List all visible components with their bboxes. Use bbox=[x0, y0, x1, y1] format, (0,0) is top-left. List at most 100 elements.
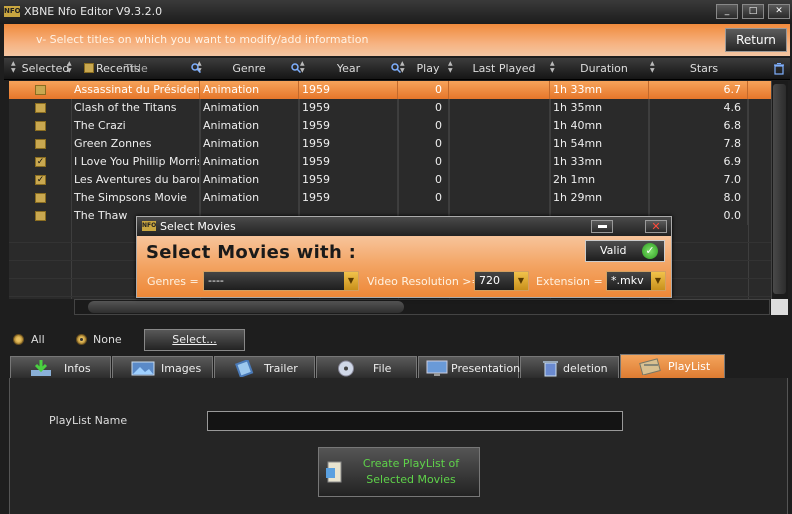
dialog-close-button[interactable]: ✕ bbox=[645, 220, 667, 233]
dialog-body: Select Movies with : Valid ✓ Genres = --… bbox=[137, 236, 671, 297]
cell-play: 0 bbox=[398, 99, 449, 117]
sort-icon[interactable]: ▲▼ bbox=[650, 60, 655, 74]
extension-dropdown[interactable]: *.mkv ▼ bbox=[606, 271, 666, 291]
sort-icon[interactable]: ▲▼ bbox=[448, 60, 453, 74]
filter-search-icon[interactable] bbox=[291, 63, 301, 73]
chevron-down-icon: ▼ bbox=[344, 272, 358, 290]
table-row[interactable]: ✓ Les Aventures du baron de MünchhausenAn… bbox=[9, 171, 771, 189]
window-title: XBNE Nfo Editor V9.3.2.0 bbox=[24, 5, 163, 18]
cell-genre: Animation bbox=[200, 135, 299, 153]
playlist-file-icon bbox=[326, 461, 342, 483]
row-checkbox[interactable] bbox=[35, 103, 46, 113]
dialog-minimize-button[interactable] bbox=[591, 220, 613, 233]
tab-file[interactable]: File bbox=[316, 356, 417, 379]
table-row[interactable]: Assassinat du Président Animation 1959 0 1h … bbox=[9, 81, 771, 99]
cell-stars: 8.0 bbox=[649, 189, 748, 207]
row-checkbox[interactable] bbox=[35, 211, 46, 221]
video-resolution-value: 720 bbox=[479, 274, 500, 287]
delete-column-icon[interactable] bbox=[774, 63, 784, 75]
cell-play: 0 bbox=[398, 117, 449, 135]
dialog-title-bar: NFO Select Movies ✕ bbox=[137, 217, 671, 236]
cell-title: Les Aventures du baron de Münchhausen bbox=[71, 171, 200, 189]
create-playlist-line2: Selected Movies bbox=[366, 473, 456, 486]
tab-presentation[interactable]: Presentation bbox=[418, 356, 520, 379]
row-checkbox[interactable] bbox=[35, 121, 46, 131]
instruction-bar: v- Select titles on which you want to mo… bbox=[4, 24, 790, 56]
video-resolution-label: Video Resolution >= bbox=[367, 275, 481, 288]
genres-dropdown[interactable]: ---- ▼ bbox=[203, 271, 359, 291]
cell-play: 0 bbox=[398, 189, 449, 207]
close-icon: ✕ bbox=[651, 220, 661, 233]
cell-duration: 1h 33mn bbox=[550, 81, 649, 99]
row-checkbox[interactable]: ✓ bbox=[35, 157, 46, 167]
create-playlist-button[interactable]: Create PlayList of Selected Movies bbox=[318, 447, 480, 497]
cell-stars: 6.8 bbox=[649, 117, 748, 135]
table-row[interactable]: Clash of the Titans Animation 1959 0 1h 35mn… bbox=[9, 99, 771, 117]
maximize-button[interactable]: □ bbox=[742, 4, 764, 19]
row-checkbox[interactable] bbox=[35, 193, 46, 203]
return-button[interactable]: Return bbox=[725, 28, 787, 52]
tab-trailer[interactable]: Trailer bbox=[214, 356, 315, 379]
cell-play: 0 bbox=[398, 81, 449, 99]
vertical-scroll-thumb[interactable] bbox=[773, 84, 786, 294]
sort-icon[interactable]: ▲▼ bbox=[550, 60, 555, 74]
close-button[interactable]: ✕ bbox=[768, 4, 790, 19]
video-resolution-dropdown[interactable]: 720 ▼ bbox=[474, 271, 529, 291]
radio-none-label: None bbox=[93, 333, 122, 346]
dialog-heading: Select Movies with : bbox=[146, 242, 357, 263]
cell-duration: 1h 54mn bbox=[550, 135, 649, 153]
genres-label: Genres = bbox=[147, 275, 199, 288]
cell-last-played bbox=[449, 117, 550, 135]
recents-checkbox[interactable] bbox=[84, 63, 94, 73]
cell-year: 1959 bbox=[299, 171, 398, 189]
table-row[interactable]: Green Zonnes Animation 1959 0 1h 54mn 7.8 bbox=[9, 135, 771, 153]
valid-button[interactable]: Valid ✓ bbox=[585, 240, 665, 262]
minimize-button[interactable]: _ bbox=[716, 4, 738, 19]
genres-value: ---- bbox=[208, 274, 224, 287]
column-duration[interactable]: Duration bbox=[569, 58, 639, 80]
column-last-played[interactable]: Last Played bbox=[464, 58, 544, 80]
tab-deletion[interactable]: deletion bbox=[520, 356, 619, 379]
select-button[interactable]: Select... bbox=[144, 329, 245, 351]
column-title[interactable]: Title bbox=[118, 58, 154, 80]
tab-images[interactable]: Images bbox=[112, 356, 213, 379]
tab-playlist[interactable]: PlayList bbox=[620, 354, 725, 379]
tab-label: Images bbox=[161, 362, 202, 375]
cell-stars: 6.7 bbox=[649, 81, 748, 99]
horizontal-scroll-thumb[interactable] bbox=[88, 301, 404, 313]
column-genre[interactable]: Genre bbox=[224, 58, 274, 80]
column-play[interactable]: Play bbox=[408, 58, 448, 80]
table-row[interactable]: ✓ I Love You Phillip Morris Animation 1959 0… bbox=[9, 153, 771, 171]
playlist-name-input[interactable] bbox=[207, 411, 623, 431]
cell-duration: 1h 35mn bbox=[550, 99, 649, 117]
row-checkbox[interactable] bbox=[35, 85, 46, 95]
radio-none[interactable] bbox=[76, 334, 87, 345]
sort-icon[interactable]: ▲▼ bbox=[67, 60, 72, 74]
valid-button-label: Valid bbox=[600, 244, 627, 257]
cell-duration: 1h 40mn bbox=[550, 117, 649, 135]
row-checkbox[interactable] bbox=[35, 139, 46, 149]
table-row[interactable]: The Simpsons Movie Animation 1959 0 1h 29mn 8… bbox=[9, 189, 771, 207]
column-stars[interactable]: Stars bbox=[674, 58, 734, 80]
cell-stars: 7.0 bbox=[649, 171, 748, 189]
column-selected[interactable]: Selected bbox=[18, 58, 73, 80]
filter-search-icon[interactable] bbox=[391, 63, 401, 73]
tab-label: Infos bbox=[64, 362, 91, 375]
tab-label: deletion bbox=[563, 362, 608, 375]
filter-search-icon[interactable] bbox=[191, 63, 201, 73]
row-checkbox[interactable]: ✓ bbox=[35, 175, 46, 185]
tab-label: Trailer bbox=[264, 362, 298, 375]
column-year[interactable]: Year bbox=[326, 58, 371, 80]
radio-all[interactable] bbox=[13, 334, 24, 345]
disc-icon bbox=[338, 360, 354, 377]
tab-label: PlayList bbox=[668, 360, 711, 373]
cell-stars: 7.8 bbox=[649, 135, 748, 153]
cell-play: 0 bbox=[398, 153, 449, 171]
table-row[interactable]: The Crazi Animation 1959 0 1h 40mn 6.8 bbox=[9, 117, 771, 135]
tab-infos[interactable]: Infos bbox=[10, 356, 111, 379]
cell-play: 0 bbox=[398, 135, 449, 153]
sort-icon[interactable]: ▲▼ bbox=[11, 60, 16, 74]
cell-duration: 1h 29mn bbox=[550, 189, 649, 207]
film-icon bbox=[235, 360, 254, 377]
chevron-down-icon: ▼ bbox=[514, 272, 528, 290]
